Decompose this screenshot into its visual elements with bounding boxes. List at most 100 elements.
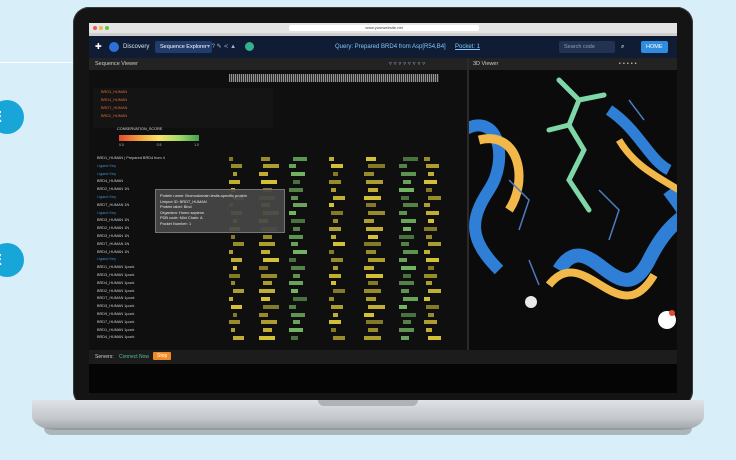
sequence-row-label[interactable]: BRD1_HUMAN 1pock (97, 328, 197, 332)
residue-block (231, 164, 242, 169)
residue-block (424, 273, 437, 278)
residue-block (331, 164, 343, 169)
brand-logo-icon (109, 42, 119, 52)
residue-block (229, 250, 233, 255)
residue-block (261, 179, 277, 184)
sequence-row-label[interactable]: BRD4_HUMAN 1pock (97, 335, 197, 339)
residue-block (401, 312, 416, 317)
residue-block (368, 234, 378, 239)
residue-block (428, 242, 441, 247)
residue-block (231, 328, 235, 333)
home-button[interactable]: HOME (641, 41, 668, 53)
residue-block (428, 289, 441, 294)
sequence-row-label[interactable]: BRDT_HUMAN 1N (97, 242, 197, 246)
residue-block (424, 203, 430, 208)
search-icon[interactable]: ⌕ (621, 36, 624, 58)
toolbar-icons[interactable]: ▾ ? ✎ ≺ ▲ (207, 36, 236, 58)
residue-block (331, 211, 343, 216)
residue-block (229, 320, 240, 325)
header-label: BRD4_HUMAN (101, 98, 128, 102)
maximize-window-icon[interactable] (105, 26, 109, 30)
sequence-row-label[interactable]: BRD1_HUMAN 1pock (97, 265, 197, 269)
header-label: BRD2_HUMAN (101, 114, 128, 118)
residue-block (329, 273, 341, 278)
query-label: Query: Prepared BRD4 from Asp[R54,B4] (335, 44, 446, 50)
residue-block (293, 296, 307, 301)
sequence-row-label[interactable]: BRDT_HUMAN 1pock (97, 296, 197, 300)
legend-tick: 0.5 (156, 143, 162, 147)
residue-block (263, 257, 279, 262)
protein-ribbon-blue (553, 185, 677, 287)
sequence-row-label[interactable]: Ligand Key (97, 164, 197, 168)
residue-block (364, 265, 374, 270)
residue-block (403, 320, 411, 325)
legend-tick: 0.0 (119, 143, 124, 147)
search-input[interactable]: Search code (559, 41, 615, 53)
sequence-row-label[interactable]: BRD2_HUMAN 1pock (97, 289, 197, 293)
sequence-viewer-title: Sequence Viewer (95, 61, 139, 67)
add-icon[interactable]: ✚ (95, 36, 102, 58)
laptop-screen: www.yourwebsite.net ✚ Discovery Sequence… (89, 23, 677, 393)
sequence-toolbar-icons[interactable]: ▿▿▿▿▿▿▿▿ (389, 58, 427, 70)
residue-block (289, 304, 296, 309)
residue-block (289, 211, 296, 216)
3d-viewer-panel[interactable] (469, 70, 677, 350)
residue-block (366, 156, 376, 161)
residue-block (291, 312, 305, 317)
residue-block (368, 281, 378, 286)
residue-block (399, 187, 414, 192)
residue-block (293, 273, 300, 278)
residue-block (399, 211, 407, 216)
sequence-row-label[interactable]: BRD3_HUMAN 1pock (97, 273, 197, 277)
residue-block (261, 250, 270, 255)
stop-button[interactable]: Stop (153, 352, 172, 360)
status-footer: Servers: Connect Now Stop (89, 350, 677, 364)
brand-name: Discovery (123, 44, 150, 50)
sequence-row-label[interactable]: BRD1_HUMAN | Prepared BRD4 from 4 (97, 156, 197, 160)
viewer-toolbar-icons[interactable]: ▪▪▪▪▪ (619, 58, 639, 70)
sequence-row-label[interactable]: BRD3_HUMAN 1pock (97, 304, 197, 308)
residue-block (289, 328, 303, 333)
residue-block (289, 187, 303, 192)
residue-block (424, 320, 437, 325)
residue-block (426, 304, 439, 309)
residue-block (403, 179, 411, 184)
sequence-row-label[interactable]: BRD4_HUMAN (97, 179, 197, 183)
sequence-row-label[interactable]: BRD3_HUMAN 1N (97, 234, 197, 238)
viewer-title: 3D Viewer (473, 61, 499, 67)
residue-block (289, 257, 296, 262)
residue-block (368, 164, 385, 169)
legend-label: CONSERVATION_SCORE (117, 127, 163, 131)
sequence-row-label[interactable]: BRD7_HUMAN 1pock (97, 320, 197, 324)
residue-block (426, 281, 432, 286)
sequence-row-label[interactable]: BRD4_HUMAN 1N (97, 250, 197, 254)
close-window-icon[interactable] (93, 26, 97, 30)
residue-block (424, 156, 430, 161)
residue-block (426, 234, 432, 239)
workspace-tab[interactable]: Sequence Explorer (155, 41, 212, 53)
residue-block (233, 312, 237, 317)
residue-block (366, 226, 383, 231)
bubble-letter: E (0, 108, 2, 126)
protein-structure-render[interactable] (469, 70, 677, 350)
conservation-legend (119, 135, 199, 141)
residue-block (428, 265, 434, 270)
residue-block (426, 211, 439, 216)
minimize-window-icon[interactable] (99, 26, 103, 30)
residue-block (263, 234, 272, 239)
sequence-row-label[interactable]: Ligand Key (97, 172, 197, 176)
residue-block (329, 226, 341, 231)
residue-block (428, 312, 434, 317)
screen-bottom-area (89, 364, 677, 393)
residue-block (401, 242, 409, 247)
protein-info-tooltip: Protein name: Bromodomain testis-specifi… (155, 189, 285, 233)
background-bubble-2: E (0, 243, 24, 277)
browser-address-bar[interactable]: www.yourwebsite.net (289, 25, 479, 31)
sequence-row-label[interactable]: BRD4_HUMAN 1pock (97, 281, 197, 285)
sequence-row-label[interactable]: BRD9_HUMAN 1pock (97, 312, 197, 316)
residue-block (368, 187, 378, 192)
sequence-row-label[interactable]: Ligand Key (97, 257, 197, 261)
residue-block (403, 250, 418, 255)
pocket-link[interactable]: Pocket: 1 (455, 36, 480, 58)
residue-block (331, 328, 336, 333)
